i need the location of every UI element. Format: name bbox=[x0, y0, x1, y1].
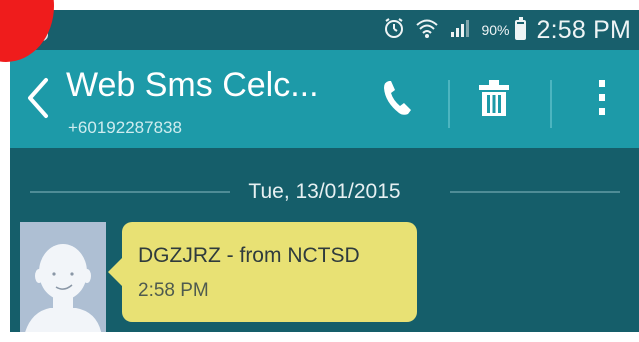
message-text: DGZJRZ - from NCTSD bbox=[138, 244, 360, 267]
wifi-icon bbox=[415, 17, 439, 44]
clock: 2:58 PM bbox=[536, 15, 631, 44]
battery-icon bbox=[515, 17, 527, 40]
call-icon[interactable] bbox=[370, 70, 426, 126]
contact-name: Web Sms Celc... bbox=[66, 66, 319, 104]
overflow-menu-icon[interactable] bbox=[574, 70, 630, 126]
date-header: Tue, 13/01/2015 bbox=[236, 180, 413, 203]
message-bubble[interactable]: DGZJRZ - from NCTSD 2:58 PM bbox=[108, 222, 417, 322]
message-time: 2:58 PM bbox=[138, 280, 209, 301]
messaging-screen: 90% 2:58 PM Web Sms Celc... +60192287838 bbox=[10, 10, 639, 332]
battery-percent: 90% bbox=[481, 22, 510, 38]
message-thread[interactable]: Tue, 13/01/2015 DGZJRZ - from NCTSD 2:58… bbox=[10, 148, 639, 332]
contact-avatar[interactable] bbox=[20, 222, 106, 332]
back-icon[interactable] bbox=[20, 74, 54, 122]
alarm-icon bbox=[383, 17, 405, 44]
contact-number: +60192287838 bbox=[68, 118, 182, 137]
status-icons: 90% 2:58 PM bbox=[383, 10, 631, 50]
status-bar: 90% 2:58 PM bbox=[10, 10, 639, 50]
toolbar-divider bbox=[550, 80, 552, 128]
conversation-action-bar: Web Sms Celc... +60192287838 bbox=[10, 50, 639, 148]
signal-icon bbox=[449, 17, 471, 44]
phone-screenshot: 90% 2:58 PM Web Sms Celc... +60192287838 bbox=[0, 0, 639, 342]
date-divider: Tue, 13/01/2015 bbox=[10, 176, 639, 206]
delete-icon[interactable] bbox=[466, 70, 522, 126]
toolbar-divider bbox=[448, 80, 450, 128]
